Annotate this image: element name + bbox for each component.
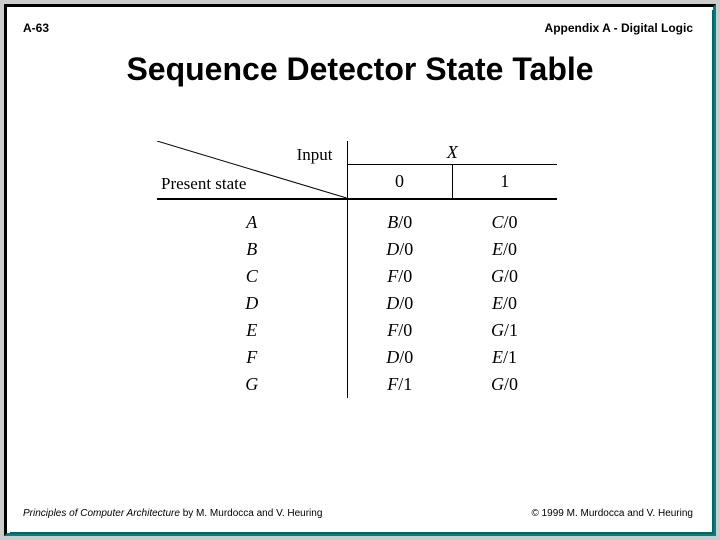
col-header-1: 1 (452, 165, 557, 200)
table-row: B D/0 E/0 (157, 236, 557, 263)
next-state-0: F/1 (347, 371, 452, 398)
next-state-1: G/1 (452, 317, 557, 344)
next-state-1: E/0 (452, 236, 557, 263)
next-state-1: E/0 (452, 290, 557, 317)
state-label: G (157, 371, 347, 398)
state-label: A (157, 199, 347, 236)
next-state-0: F/0 (347, 263, 452, 290)
next-state-0: F/0 (347, 317, 452, 344)
next-state-0: B/0 (347, 199, 452, 236)
state-table: Input Present state X 0 1 A B/0 C/0 B D/… (157, 141, 557, 398)
slide-frame: A-63 Appendix A - Digital Logic Sequence… (4, 4, 716, 536)
table-row: D D/0 E/0 (157, 290, 557, 317)
state-label: D (157, 290, 347, 317)
table-row: F D/0 E/1 (157, 344, 557, 371)
book-authors: by M. Murdocca and V. Heuring (180, 508, 322, 519)
diagonal-header-cell: Input Present state (157, 141, 347, 199)
next-state-0: D/0 (347, 236, 452, 263)
page-number: A-63 (23, 21, 49, 35)
next-state-1: G/0 (452, 371, 557, 398)
table-row: G F/1 G/0 (157, 371, 557, 398)
state-label: B (157, 236, 347, 263)
state-label: E (157, 317, 347, 344)
next-state-1: G/0 (452, 263, 557, 290)
state-label: C (157, 263, 347, 290)
input-variable-header: X (347, 141, 557, 165)
col-header-0: 0 (347, 165, 452, 200)
book-title: Principles of Computer Architecture (23, 508, 180, 519)
table-row: E F/0 G/1 (157, 317, 557, 344)
state-label: F (157, 344, 347, 371)
next-state-1: E/1 (452, 344, 557, 371)
next-state-1: C/0 (452, 199, 557, 236)
diag-label-present-state: Present state (161, 174, 246, 194)
next-state-0: D/0 (347, 290, 452, 317)
page-title: Sequence Detector State Table (7, 51, 713, 88)
next-state-0: D/0 (347, 344, 452, 371)
table-row: A B/0 C/0 (157, 199, 557, 236)
footer-copyright: © 1999 M. Murdocca and V. Heuring (531, 508, 693, 519)
diag-label-input: Input (297, 145, 333, 165)
appendix-label: Appendix A - Digital Logic (545, 21, 693, 35)
footer-citation: Principles of Computer Architecture by M… (23, 508, 322, 519)
table-row: C F/0 G/0 (157, 263, 557, 290)
